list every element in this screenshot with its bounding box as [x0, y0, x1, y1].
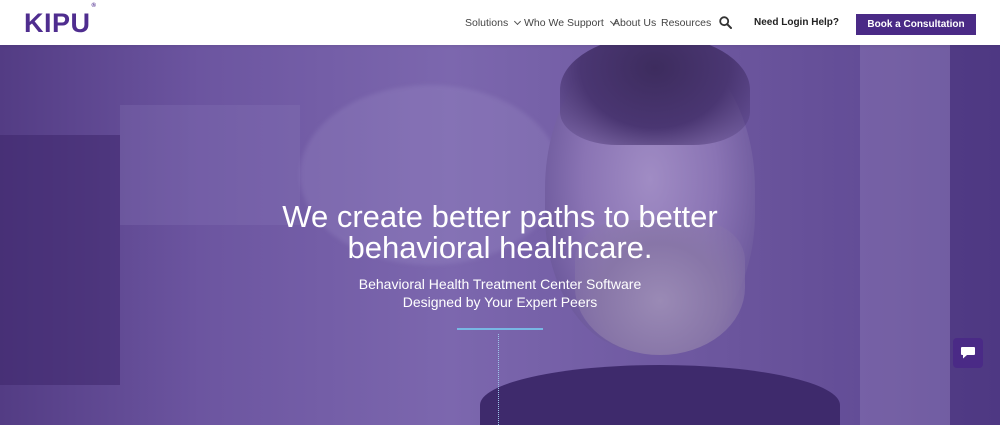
logo-text: KIPU	[24, 8, 91, 38]
chevron-down-icon	[514, 17, 522, 25]
nav-who-we-support[interactable]: Who We Support	[524, 0, 617, 45]
hero-subheadline-line-1: Behavioral Health Treatment Center Softw…	[358, 276, 642, 292]
hero-photo-hair	[560, 45, 750, 145]
site-header: KIPU® Solutions Who We Support About Us …	[0, 0, 1000, 45]
hero-headline-line-1: We create better paths to better	[282, 199, 718, 234]
hero-subheadline-line-2: Designed by Your Expert Peers	[402, 294, 598, 310]
nav-about-us[interactable]: About Us	[613, 0, 656, 45]
hero-background	[860, 45, 950, 425]
kipu-logo[interactable]: KIPU®	[24, 3, 97, 38]
hero-scroll-line	[498, 334, 499, 425]
nav-solutions-label: Solutions	[465, 16, 509, 29]
search-icon[interactable]	[719, 16, 732, 29]
hero-divider	[457, 328, 543, 330]
nav-who-we-support-label: Who We Support	[524, 16, 604, 29]
nav-about-us-label: About Us	[613, 16, 657, 29]
hero-headline: We create better paths to better behavio…	[250, 201, 750, 263]
book-consultation-button[interactable]: Book a Consultation	[856, 14, 976, 35]
nav-resources-label: Resources	[661, 16, 712, 29]
hero-photo-shirt	[480, 365, 840, 425]
logo-registered-mark: ®	[91, 3, 97, 9]
nav-resources[interactable]: Resources	[661, 0, 711, 45]
hero-headline-line-2: behavioral healthcare.	[347, 230, 653, 265]
login-help-link[interactable]: Need Login Help?	[754, 0, 839, 45]
hero-background	[950, 45, 1000, 425]
hero-background	[0, 135, 120, 385]
hero-subheadline: Behavioral Health Treatment Center Softw…	[300, 275, 700, 311]
chat-bubble-icon	[961, 347, 975, 359]
hero-section: We create better paths to better behavio…	[0, 45, 1000, 425]
nav-solutions[interactable]: Solutions	[465, 0, 522, 45]
chat-widget-button[interactable]	[953, 338, 983, 368]
